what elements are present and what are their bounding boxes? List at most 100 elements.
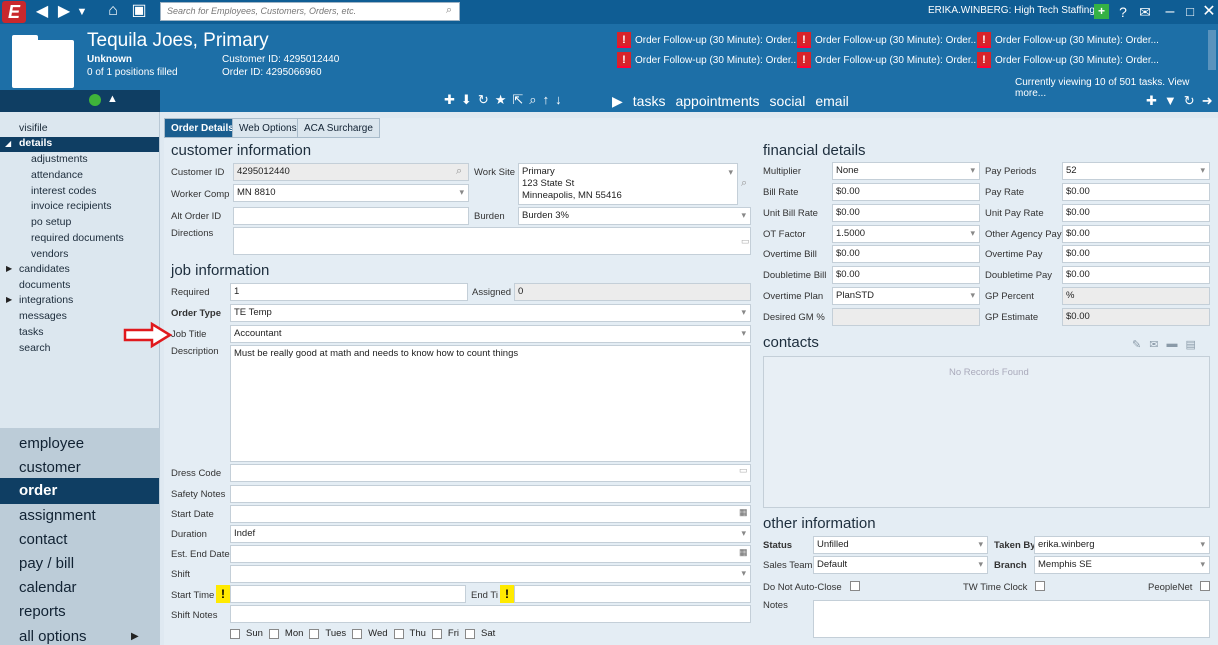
search-icon[interactable]: ⌕ xyxy=(529,92,536,108)
sidebar-item-po-setup[interactable]: po setup xyxy=(31,216,71,228)
work-site-select[interactable]: Primary 123 State St Minneapolis, MN 554… xyxy=(518,163,738,205)
minimize-icon[interactable]: – xyxy=(1163,1,1177,23)
edit-icon[interactable]: ✎ xyxy=(1132,338,1141,351)
sidebar-item-messages[interactable]: messages xyxy=(19,310,67,322)
day-checkbox-sat[interactable] xyxy=(465,628,475,639)
global-search-input[interactable]: Search for Employees, Customers, Orders,… xyxy=(160,2,460,21)
shift-select[interactable] xyxy=(230,565,751,583)
alerts-scrollbar[interactable] xyxy=(1208,30,1216,70)
day-checkbox-fri[interactable] xyxy=(431,628,442,639)
add-icon[interactable]: ✚ xyxy=(444,92,455,108)
favorite-icon[interactable]: ★ xyxy=(495,92,507,108)
external-link-icon[interactable]: ⇱ xyxy=(512,92,523,108)
calendar-icon[interactable]: ▦ xyxy=(739,547,748,558)
auto-close-checkbox[interactable] xyxy=(850,581,860,591)
doubletime-pay-field[interactable]: $0.00 xyxy=(1062,266,1210,284)
sidebar-item-required-documents[interactable]: required documents xyxy=(31,232,124,244)
sidebar-item-attendance[interactable]: attendance xyxy=(31,169,83,181)
day-checkbox-sun[interactable] xyxy=(230,628,240,639)
pay-periods-select[interactable]: 52 xyxy=(1062,162,1210,180)
email-icon[interactable]: ✉ xyxy=(1149,338,1158,351)
save-icon[interactable]: ▣ xyxy=(130,0,148,22)
history-dropdown-icon[interactable]: ▼ xyxy=(76,1,88,23)
overtime-plan-select[interactable]: PlanSTD xyxy=(832,287,980,305)
required-field[interactable]: 1 xyxy=(230,283,468,301)
tab-tasks[interactable]: tasks xyxy=(633,93,666,110)
shift-notes-field[interactable] xyxy=(230,605,751,623)
worker-comp-select[interactable]: MN 8810 xyxy=(233,184,469,202)
home-icon[interactable]: ⌂ xyxy=(103,0,123,22)
start-date-field[interactable] xyxy=(230,505,751,523)
collapsed-icon[interactable]: ▶ xyxy=(6,264,12,273)
sidebar-item-invoice-recipients[interactable]: invoice recipients xyxy=(31,200,112,212)
tab-order-details[interactable]: Order Details xyxy=(164,118,241,138)
expanded-icon[interactable]: ◢ xyxy=(5,139,11,148)
description-field[interactable]: Must be really good at math and needs to… xyxy=(230,345,751,462)
chat-icon[interactable]: ✉ xyxy=(1136,1,1154,23)
peoplenet-checkbox[interactable] xyxy=(1200,581,1210,591)
comment-icon[interactable]: ▭ xyxy=(739,465,748,476)
customer-id-field[interactable]: 4295012440 xyxy=(233,163,469,181)
main-nav-calendar[interactable]: calendar xyxy=(19,579,77,596)
sidebar-item-vendors[interactable]: vendors xyxy=(31,248,68,260)
sidebar-item-candidates[interactable]: candidates xyxy=(19,263,70,275)
app-logo[interactable]: E xyxy=(2,1,26,23)
task-alert[interactable]: ! Order Follow-up (30 Minute): Order... xyxy=(617,31,799,49)
tw-time-clock-checkbox[interactable] xyxy=(1035,581,1045,591)
next-icon[interactable]: ➜ xyxy=(1202,93,1213,109)
sidebar-item-interest-codes[interactable]: interest codes xyxy=(31,185,96,197)
warning-icon[interactable]: ▲ xyxy=(107,93,118,105)
sidebar-item-documents[interactable]: documents xyxy=(19,279,70,291)
document-icon[interactable]: ▤ xyxy=(1185,338,1195,351)
sidebar-item-search[interactable]: search xyxy=(19,342,51,354)
main-nav-pay-bill[interactable]: pay / bill xyxy=(19,555,74,572)
other-agency-pay-field[interactable]: $0.00 xyxy=(1062,225,1210,243)
alt-order-field[interactable] xyxy=(233,207,469,225)
burden-select[interactable]: Burden 3% xyxy=(518,207,751,225)
main-nav-customer[interactable]: customer xyxy=(19,459,81,476)
main-nav-employee[interactable]: employee xyxy=(19,435,84,452)
tab-appointments[interactable]: appointments xyxy=(675,93,759,110)
search-icon[interactable]: ⌕ xyxy=(741,177,747,190)
overtime-pay-field[interactable]: $0.00 xyxy=(1062,245,1210,263)
search-icon[interactable]: ⌕ xyxy=(446,4,452,17)
overtime-bill-field[interactable]: $0.00 xyxy=(832,245,980,263)
task-alert[interactable]: ! Order Follow-up (30 Minute): Order... xyxy=(797,51,979,69)
search-icon[interactable]: ⌕ xyxy=(456,165,462,178)
tab-web-options[interactable]: Web Options xyxy=(232,118,304,138)
sidebar-item-integrations[interactable]: integrations xyxy=(19,294,73,306)
task-alert[interactable]: ! Order Follow-up (30 Minute): Order... xyxy=(977,51,1159,69)
card-icon[interactable]: ▬ xyxy=(1166,338,1177,351)
multiplier-select[interactable]: None xyxy=(832,162,980,180)
est-end-date-field[interactable] xyxy=(230,545,751,563)
refresh-icon[interactable]: ↻ xyxy=(478,92,489,108)
maximize-icon[interactable]: □ xyxy=(1183,1,1197,23)
directions-field[interactable] xyxy=(233,227,751,255)
start-time-field[interactable] xyxy=(230,585,466,603)
sidebar-item-adjustments[interactable]: adjustments xyxy=(31,153,88,165)
sidebar-item-tasks[interactable]: tasks xyxy=(19,326,44,338)
comment-icon[interactable]: ▭ xyxy=(741,236,750,247)
add-icon[interactable]: + xyxy=(1094,4,1109,19)
calendar-icon[interactable]: ▦ xyxy=(739,507,748,518)
main-nav-order[interactable]: order xyxy=(0,478,159,504)
refresh-icon[interactable]: ↻ xyxy=(1184,93,1195,109)
forward-arrow-icon[interactable]: ▶ xyxy=(56,1,72,23)
day-checkbox-tues[interactable] xyxy=(309,628,320,639)
move-down-icon[interactable]: ⬇ xyxy=(461,92,472,108)
sidebar-item-details[interactable]: details xyxy=(0,137,159,152)
job-title-select[interactable]: Accountant xyxy=(230,325,751,343)
task-alert[interactable]: ! Order Follow-up (30 Minute): Order... xyxy=(977,31,1159,49)
main-nav-all-options[interactable]: all options xyxy=(19,628,87,645)
status-select[interactable]: Unfilled xyxy=(813,536,988,554)
ot-factor-select[interactable]: 1.5000 xyxy=(832,225,980,243)
tab-email[interactable]: email xyxy=(815,93,848,110)
day-checkbox-mon[interactable] xyxy=(268,628,279,639)
bill-rate-field[interactable]: $0.00 xyxy=(832,183,980,201)
order-type-select[interactable]: TE Temp xyxy=(230,304,751,322)
user-info[interactable]: ERIKA.WINBERG: High Tech Staffing xyxy=(928,5,1095,16)
pay-rate-field[interactable]: $0.00 xyxy=(1062,183,1210,201)
unit-pay-rate-field[interactable]: $0.00 xyxy=(1062,204,1210,222)
main-nav-assignment[interactable]: assignment xyxy=(19,507,96,524)
sidebar-item-visifile[interactable]: visifile xyxy=(19,122,48,134)
